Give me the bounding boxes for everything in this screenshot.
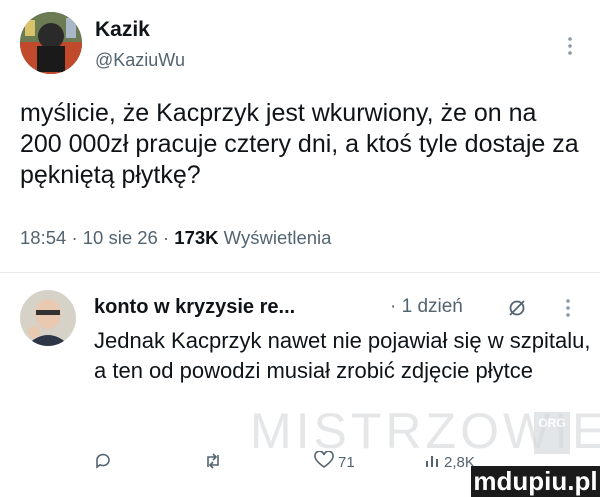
more-vertical-icon[interactable] [567, 36, 575, 56]
views-label: Wyświetlenia [223, 227, 332, 248]
divider [0, 272, 600, 273]
reply-meta: · 1 dzień [390, 296, 463, 318]
tweet-time[interactable]: 18:54 [20, 227, 66, 248]
views-icon [424, 451, 440, 473]
main-author-handle[interactable]: @KaziuWu [95, 50, 185, 71]
reply-icon [94, 452, 112, 474]
meta-separator: · [390, 296, 397, 317]
main-author-avatar[interactable] [20, 12, 82, 74]
meta-separator: · [71, 227, 78, 248]
more-vertical-icon[interactable] [565, 298, 571, 323]
watermark-badge: ORG [534, 412, 570, 454]
reply-author-name[interactable]: konto w kryzysie re... [94, 296, 295, 319]
reply-time-ago[interactable]: 1 dzień [402, 296, 463, 317]
reply-author-avatar[interactable] [20, 290, 76, 346]
views-action[interactable]: 2,8K [424, 451, 475, 473]
main-author-name[interactable]: Kazik [95, 18, 150, 42]
tweet-date[interactable]: 10 sie 26 [83, 227, 158, 248]
meta-separator: · [162, 227, 170, 248]
main-tweet-meta: 18:54 · 10 sie 26 · 173K Wyświetlenia [20, 227, 331, 249]
reply-action[interactable] [94, 452, 112, 474]
like-action[interactable]: 71 [314, 450, 355, 473]
retweet-icon [203, 452, 223, 474]
views-count: 173K [174, 227, 219, 248]
main-tweet-text: myślicie, że Kacprzyk jest wkurwiony, że… [20, 99, 579, 189]
like-count: 71 [338, 453, 355, 471]
grok-icon[interactable] [507, 298, 527, 323]
heart-icon [314, 450, 334, 473]
retweet-action[interactable] [203, 452, 223, 474]
reply-text: Jednak Kacprzyk nawet nie pojawiał się w… [94, 328, 591, 383]
site-logo: mdupiu.pl [471, 466, 600, 497]
